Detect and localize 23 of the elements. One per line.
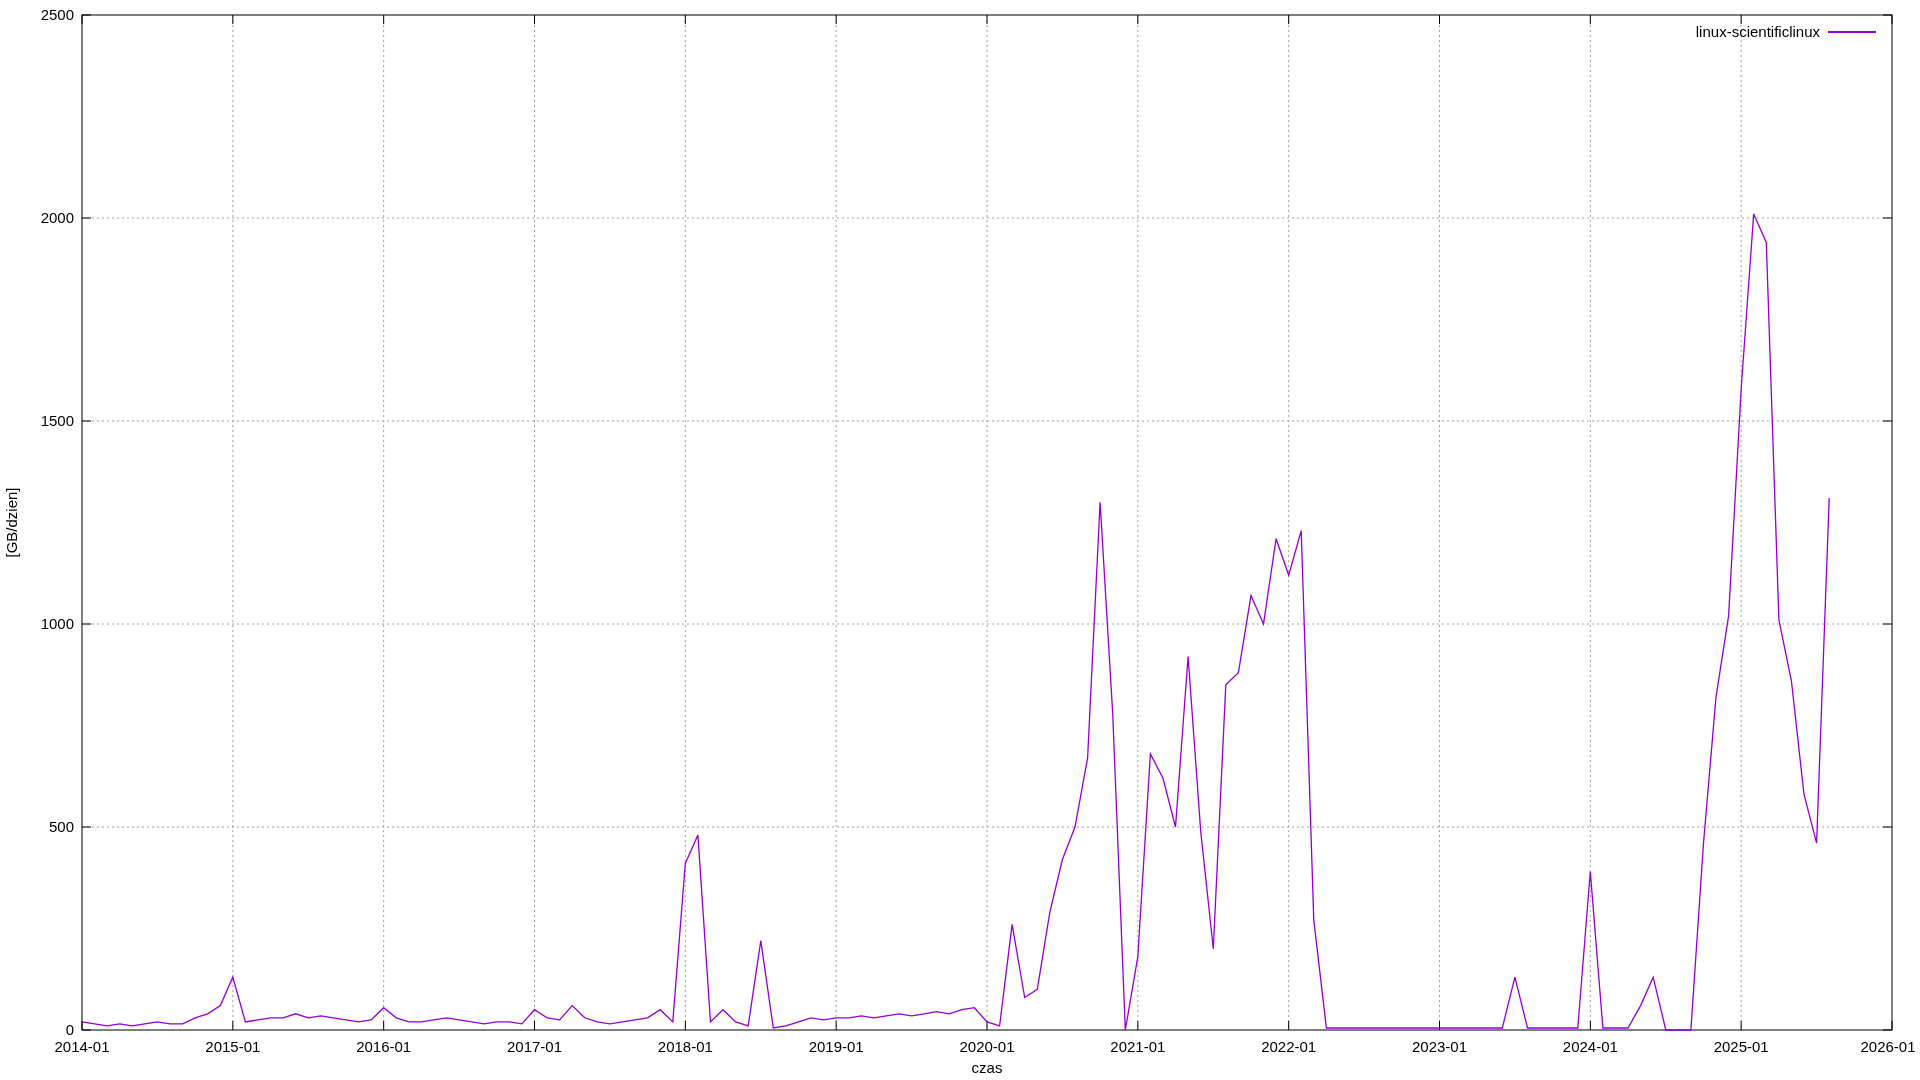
- y-tick-label: 0: [65, 1021, 74, 1038]
- y-tick-label: 500: [48, 818, 74, 835]
- legend-line-sample: [1827, 31, 1877, 33]
- y-tick-label: 1000: [40, 615, 74, 632]
- legend-label: linux-scientificlinux: [1695, 23, 1820, 40]
- x-tick-label: 2022-01: [1261, 1038, 1317, 1055]
- x-tick-label: 2023-01: [1411, 1038, 1468, 1055]
- x-tick-label: 2021-01: [1110, 1038, 1166, 1055]
- x-tick-label: 2019-01: [808, 1038, 864, 1055]
- x-tick-label: 2014-01: [54, 1038, 110, 1055]
- y-tick-label: 2500: [40, 6, 74, 23]
- x-tick-label: 2016-01: [356, 1038, 412, 1055]
- x-tick-label: 2017-01: [506, 1038, 563, 1055]
- x-tick-label: 2025-01: [1713, 1038, 1769, 1055]
- y-axis-title: [GB/dzien]: [3, 487, 20, 558]
- y-tick-label: 1500: [40, 412, 74, 429]
- x-axis-title: czas: [971, 1059, 1003, 1076]
- y-tick-label: 2000: [40, 209, 74, 226]
- x-tick-label: 2026-01: [1860, 1038, 1916, 1055]
- x-tick-label: 2018-01: [657, 1038, 713, 1055]
- x-tick-label: 2024-01: [1562, 1038, 1618, 1055]
- x-tick-label: 2015-01: [205, 1038, 261, 1055]
- x-tick-label: 2020-01: [959, 1038, 1015, 1055]
